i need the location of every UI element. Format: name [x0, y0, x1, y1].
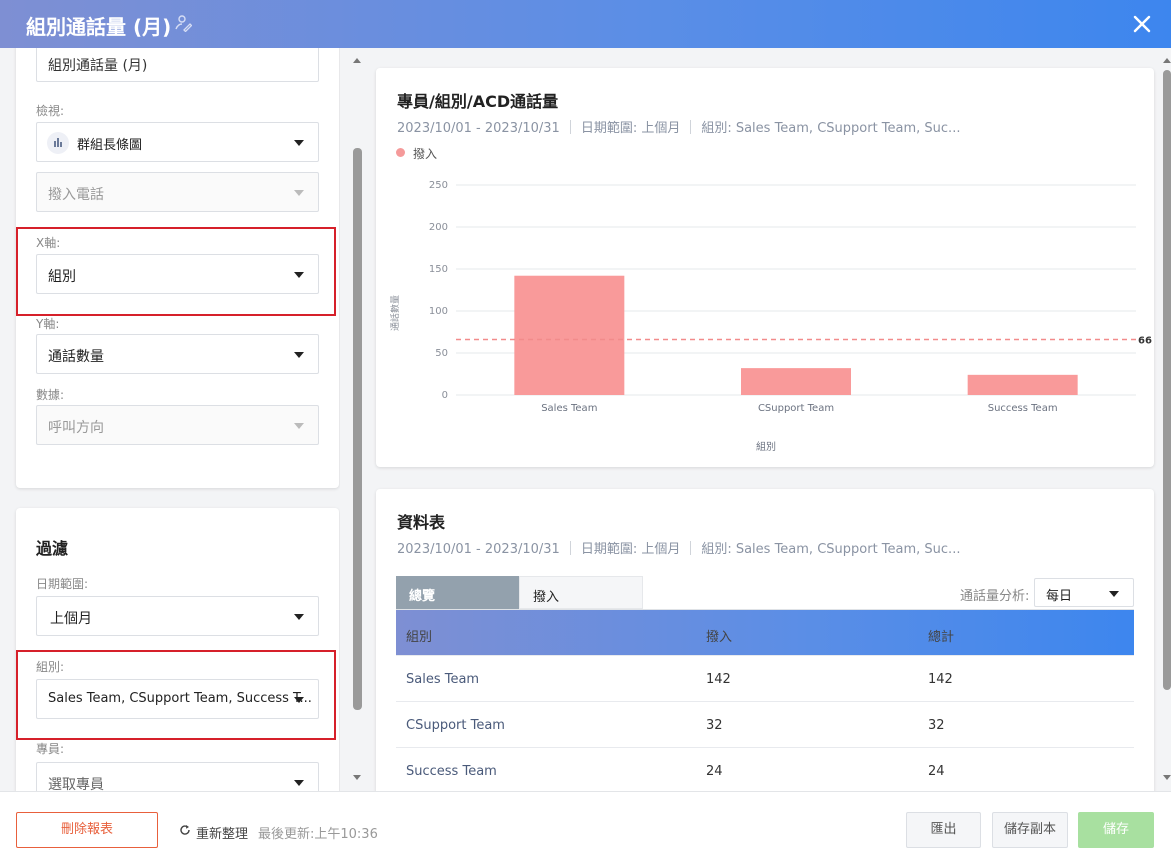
x-tick-label: Success Team [988, 403, 1058, 414]
settings-panel: 組別通話量 (月) 檢視: 群組長條圖 撥入電話 X軸: 組別 Y軸: 通話數量… [0, 48, 340, 791]
table-title: 資料表 [397, 513, 446, 532]
tab-overview[interactable]: 總覽 [396, 576, 519, 609]
left-scrollbar[interactable] [350, 48, 364, 791]
y-tick-label: 0 [442, 390, 448, 401]
table-header-row: 組別 撥入 總計 [396, 610, 1134, 656]
table-cell: 142 [706, 672, 731, 687]
refresh-button[interactable]: 重新整理 [196, 823, 248, 842]
chart-card: 專員/組別/ACD通話量 2023/10/01 - 2023/10/31 日期範圍… [376, 68, 1154, 467]
table-row: Sales Team 142 142 [396, 656, 1134, 702]
average-label: 66 [1138, 336, 1152, 347]
save-copy-button[interactable]: 儲存副本 [992, 812, 1068, 848]
view-label: 檢視: [36, 104, 65, 118]
analysis-label: 通話量分析: [960, 589, 1030, 604]
bar-chart: 0 50 100 150 200 250 Sales Team CSupport Team Su… [389, 180, 1152, 453]
y-tick-label: 250 [429, 180, 448, 191]
bar [514, 275, 625, 395]
report-header: 組別通話量 (月) [0, 0, 1171, 48]
edit-person-icon[interactable] [174, 14, 192, 32]
close-icon[interactable] [1130, 12, 1154, 36]
view-select[interactable]: 群組長條圖 [36, 122, 319, 162]
tab-inbound[interactable]: 撥入 [519, 576, 643, 609]
table-range: 日期範圍: 上個月 [580, 542, 681, 557]
report-name-input[interactable]: 組別通話量 (月) [36, 48, 319, 82]
delete-report-button[interactable]: 刪除報表 [16, 812, 158, 848]
analysis-select[interactable]: 每日 [1034, 578, 1134, 607]
report-title: 組別通話量 (月) [26, 15, 172, 39]
bar [967, 374, 1078, 395]
y-axis-label: Y軸: [36, 317, 60, 331]
chevron-down-icon [294, 614, 304, 620]
table-cell: 142 [928, 672, 953, 687]
table-row: Success Team 24 24 [396, 748, 1134, 794]
x-tick-label: CSupport Team [758, 403, 834, 414]
agent-select[interactable]: 選取專員 [36, 762, 319, 791]
table-date: 2023/10/01 - 2023/10/31 [397, 542, 560, 557]
x-axis-title: 組別 [756, 440, 776, 453]
bar [741, 368, 851, 395]
date-range-select[interactable]: 上個月 [36, 596, 319, 636]
agent-label: 專員: [36, 742, 65, 756]
filter-title: 過濾 [36, 539, 69, 558]
bar-chart-icon [47, 132, 69, 154]
left-scroll-thumb[interactable] [353, 148, 362, 710]
y-tick-label: 50 [435, 348, 448, 359]
refresh-icon[interactable] [179, 824, 191, 836]
chevron-down-icon [294, 140, 304, 146]
data-label: 數據: [36, 388, 65, 402]
chevron-down-icon [294, 780, 304, 786]
highlight-x-axis [16, 227, 336, 316]
table-meta: 2023/10/01 - 2023/10/31 日期範圍: 上個月 組別: Sale… [397, 538, 960, 557]
table-cell: 24 [928, 764, 945, 779]
chevron-down-icon [294, 190, 304, 196]
y-tick-label: 150 [429, 264, 448, 275]
table-cell: 32 [928, 718, 945, 733]
table-row: CSupport Team 32 32 [396, 702, 1134, 748]
highlight-group [16, 650, 336, 740]
table-cell: 24 [706, 764, 723, 779]
table-cell: 32 [706, 718, 723, 733]
y-tick-label: 200 [429, 222, 448, 233]
last-updated-text: 最後更新:上午10:36 [258, 827, 378, 842]
right-scroll-thumb[interactable] [1163, 70, 1171, 690]
export-button[interactable]: 匯出 [906, 812, 981, 848]
table-cell: Success Team [406, 764, 497, 779]
chevron-down-icon [1109, 591, 1119, 597]
column-header: 撥入 [706, 630, 733, 645]
right-scrollbar[interactable] [1160, 48, 1171, 791]
table-cell: CSupport Team [406, 718, 505, 733]
footer-bar: 刪除報表 重新整理 最後更新:上午10:36 匯出 儲存副本 儲存 [0, 791, 1171, 863]
scroll-up-icon[interactable] [1163, 58, 1171, 63]
table-cell: Sales Team [406, 672, 480, 687]
call-type-select: 撥入電話 [36, 172, 319, 212]
table-groups: 組別: Sales Team, CSupport Team, Suc... [701, 542, 961, 557]
y-axis-title: 通話數量 [389, 295, 401, 331]
chevron-down-icon [294, 423, 304, 429]
x-tick-label: Sales Team [541, 403, 597, 414]
scroll-up-icon[interactable] [353, 58, 361, 63]
chevron-down-icon [294, 352, 304, 358]
save-button[interactable]: 儲存 [1078, 812, 1154, 848]
column-header: 總計 [928, 630, 955, 645]
column-header: 組別 [406, 630, 433, 645]
scroll-down-icon[interactable] [353, 775, 361, 780]
y-axis-select[interactable]: 通話數量 [36, 334, 319, 374]
y-tick-label: 100 [429, 306, 448, 317]
data-table-card: 資料表 2023/10/01 - 2023/10/31 日期範圍: 上個月 組別: … [376, 489, 1154, 809]
date-range-label: 日期範圍: [36, 577, 89, 591]
data-select: 呼叫方向 [36, 405, 319, 445]
scroll-down-icon[interactable] [1163, 775, 1171, 780]
